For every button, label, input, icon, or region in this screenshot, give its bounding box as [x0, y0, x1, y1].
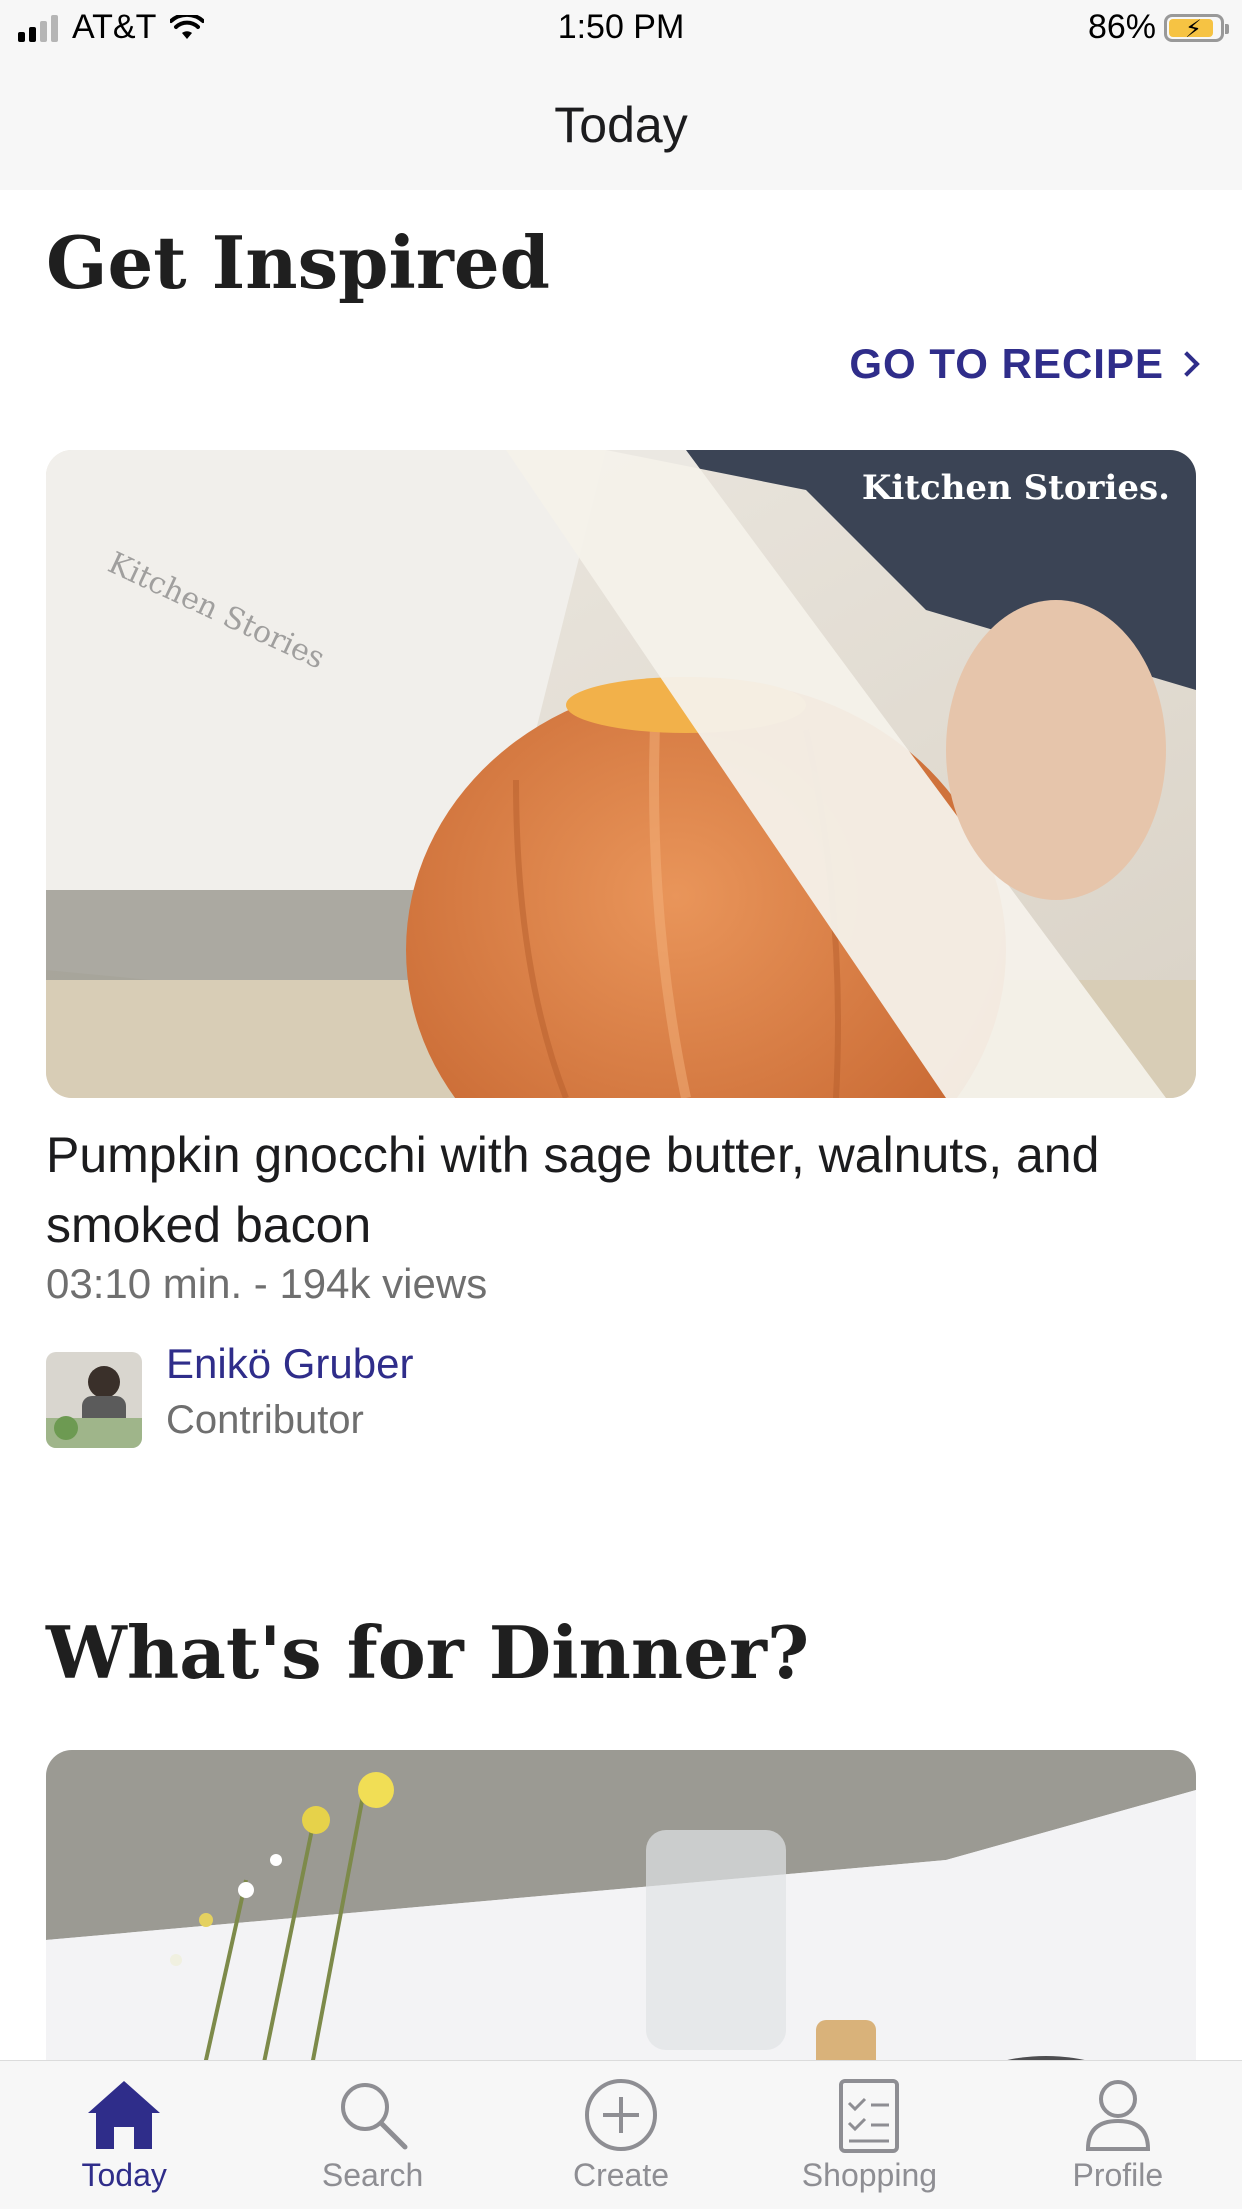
tab-today[interactable]: Today	[0, 2061, 248, 2209]
search-icon	[340, 2083, 408, 2150]
avatar[interactable]	[46, 1352, 142, 1448]
pumpkin-photo: Kitchen Stories	[46, 450, 1196, 1098]
tab-label-today: Today	[81, 2157, 167, 2193]
person-icon	[1085, 2080, 1150, 2151]
section-title-whats-for-dinner: What's for Dinner?	[46, 1610, 810, 1695]
recipe-video-thumbnail[interactable]: Kitchen Stories Kitchen Stories.	[46, 450, 1196, 1098]
status-time: 1:50 PM	[557, 8, 685, 46]
feed[interactable]: Get Inspired GO TO RECIPE Kitchen Storie…	[0, 190, 1242, 2060]
battery-percent: 86%	[1087, 8, 1156, 46]
recipe-title[interactable]: Pumpkin gnocchi with sage butter, walnut…	[46, 1120, 1196, 1260]
battery-icon: ⚡	[1164, 13, 1229, 43]
tab-label-search: Search	[321, 2157, 424, 2193]
home-icon	[88, 2081, 161, 2149]
tab-shopping[interactable]: Shopping	[745, 2061, 993, 2209]
dinner-recipe-thumbnail[interactable]	[46, 1750, 1196, 2060]
status-bar: AT&T 1:50 PM 86% ⚡	[0, 0, 1242, 60]
checklist-icon	[839, 2079, 900, 2153]
author-role: Contributor	[166, 1398, 364, 1442]
tab-label-profile: Profile	[1072, 2157, 1164, 2193]
hero-watermark: Kitchen Stories.	[861, 468, 1170, 508]
tab-create[interactable]: Create	[497, 2061, 745, 2209]
author-name-link[interactable]: Enikö Gruber	[166, 1340, 413, 1388]
tab-label-shopping: Shopping	[801, 2157, 938, 2193]
tab-label-create: Create	[572, 2157, 670, 2193]
go-to-recipe-button[interactable]: GO TO RECIPE	[849, 340, 1200, 388]
status-right: 86% ⚡	[1087, 8, 1229, 47]
plus-circle-icon	[585, 2079, 658, 2151]
go-to-recipe-label: GO TO RECIPE	[849, 340, 1164, 387]
section-title-get-inspired: Get Inspired	[46, 220, 550, 305]
page-title: Today	[554, 97, 688, 153]
tab-profile[interactable]: Profile	[994, 2061, 1242, 2209]
table-setting-photo	[46, 1750, 1196, 2060]
recipe-meta: 03:10 min. - 194k views	[46, 1260, 488, 1307]
navigation-bar: Today	[0, 60, 1242, 190]
tab-bar: Today Search Create Shopping Profile	[0, 2060, 1242, 2209]
tab-search[interactable]: Search	[248, 2061, 496, 2209]
chevron-right-icon	[1174, 351, 1200, 377]
